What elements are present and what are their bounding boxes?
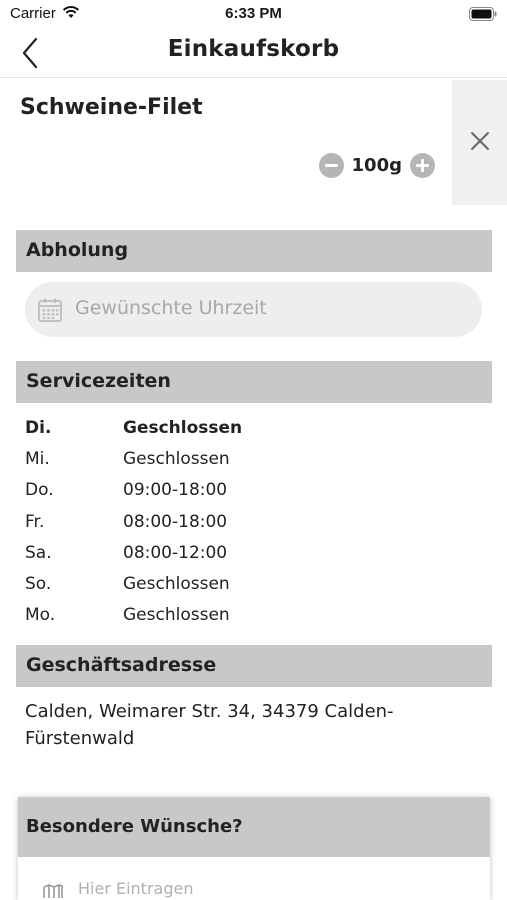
address-section-title: Geschäftsadresse	[26, 654, 217, 676]
hours-day: Mi.	[25, 448, 50, 469]
hours-time: 08:00-12:00	[123, 542, 228, 563]
remove-item-button[interactable]	[452, 80, 507, 205]
hours-row: Fr. 08:00-18:00	[25, 506, 485, 537]
hours-time: Geschlossen	[123, 448, 230, 469]
navigation-bar: Einkaufskorb	[0, 28, 507, 78]
pickup-section-header: Abholung	[16, 230, 492, 272]
hours-day: Di.	[25, 417, 52, 438]
hours-day: Fr.	[25, 511, 45, 532]
decrease-quantity-button[interactable]	[318, 152, 344, 178]
pickup-section-title: Abholung	[26, 239, 129, 261]
special-wishes-header: Besondere Wünsche?	[18, 797, 490, 857]
service-hours-section-title: Servicezeiten	[26, 370, 171, 392]
hours-row: Mi. Geschlossen	[25, 443, 485, 474]
service-hours-section-header: Servicezeiten	[16, 361, 492, 403]
quantity-value: 100g	[351, 154, 402, 176]
hours-row: Do. 09:00-18:00	[25, 475, 485, 506]
status-time: 6:33 PM	[225, 5, 282, 22]
hours-time: 08:00-18:00	[123, 511, 228, 532]
increase-quantity-button[interactable]	[410, 152, 435, 178]
page-title: Einkaufskorb	[167, 36, 340, 62]
hours-row: Mo. Geschlossen	[25, 600, 485, 631]
hours-time: Geschlossen	[123, 417, 243, 438]
hours-day: So.	[25, 574, 52, 595]
hours-day: Sa.	[25, 542, 52, 563]
special-wishes-card: Besondere Wünsche? Hier Eintragen	[18, 797, 490, 900]
hours-day: Do.	[25, 480, 54, 501]
pickup-time-field[interactable]: Gewünschte Uhrzeit	[25, 282, 482, 337]
special-wishes-field[interactable]: Hier Eintragen	[18, 857, 490, 900]
hours-row: Sa. 08:00-12:00	[25, 537, 485, 568]
status-bar: Carrier 6:33 PM	[0, 0, 507, 28]
special-wishes-title: Besondere Wünsche?	[26, 816, 243, 837]
hours-time: Geschlossen	[123, 574, 230, 595]
notes-icon	[42, 883, 64, 900]
quantity-stepper: 100g	[318, 150, 435, 180]
special-wishes-placeholder: Hier Eintragen	[78, 879, 194, 898]
hours-time: Geschlossen	[123, 605, 230, 626]
battery-icon	[469, 7, 497, 25]
cart-item: Schweine-Filet 100g	[0, 80, 507, 205]
hours-row: So. Geschlossen	[25, 568, 485, 599]
address-section-header: Geschäftsadresse	[16, 645, 492, 687]
business-address: Calden, Weimarer Str. 34, 34379 Calden-F…	[25, 701, 394, 749]
close-icon	[469, 130, 491, 156]
service-hours-table: Di. Geschlossen Mi. Geschlossen Do. 09:0…	[25, 412, 485, 631]
pickup-time-placeholder: Gewünschte Uhrzeit	[75, 297, 267, 319]
calendar-icon	[37, 297, 63, 327]
hours-row: Di. Geschlossen	[25, 412, 485, 443]
hours-day: Mo.	[25, 605, 56, 626]
hours-time: 09:00-18:00	[123, 480, 228, 501]
product-name: Schweine-Filet	[20, 95, 203, 120]
